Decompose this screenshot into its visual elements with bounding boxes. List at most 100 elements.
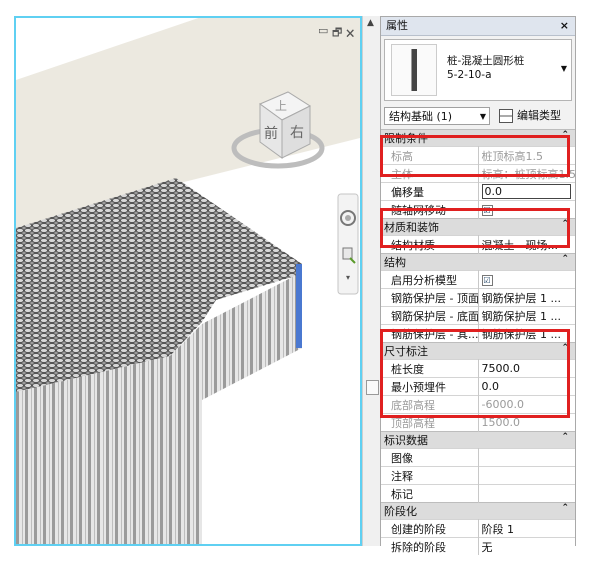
svg-text:▾: ▾ [346,273,350,282]
instance-filter-value: 结构基础 (1) [389,110,453,123]
properties-panel: 属性 × 桩-混凝土圆形桩 5-2-10-a ▼ 结构基础 (1) ▼ 编辑类型… [380,16,576,555]
property-value[interactable]: 阶段 1 [478,519,575,538]
panel-splitter[interactable]: ▲ [362,16,381,546]
property-value[interactable] [478,448,575,467]
property-value[interactable]: ☑ [478,200,575,219]
property-value[interactable]: 混凝土 - 现场... [478,235,575,254]
close-view-icon[interactable]: 🗙 [346,24,354,43]
3d-viewport[interactable]: 上 前 右 ▾ ▭ 🗗 🗙 [14,16,362,546]
category-label: 尺寸标注 [384,345,428,358]
property-row[interactable]: 创建的阶段 阶段 1 [381,519,575,538]
splitter-handle[interactable] [366,380,379,395]
collapse-icon[interactable]: ⌃ [561,219,569,229]
property-value[interactable]: 标高：桩顶标高1.5 [478,164,576,183]
navigation-bar[interactable]: ▾ [337,193,359,295]
property-key: 拆除的阶段 [381,537,479,555]
property-row[interactable]: 桩长度 7500.0 [381,359,575,378]
property-value[interactable]: -6000.0 [478,395,575,414]
property-value-text: 无 [481,540,493,554]
property-key: 桩长度 [381,359,479,378]
property-value[interactable]: 桩顶标高1.5 [478,146,575,165]
property-row[interactable]: 标记 [381,484,575,503]
property-value[interactable] [478,466,575,485]
minimize-icon[interactable]: ▭ [318,24,328,37]
type-selector[interactable]: 桩-混凝土圆形桩 5-2-10-a ▼ [384,39,572,101]
type-preview-image [391,44,437,96]
property-row[interactable]: 钢筋保护层 - 其... 钢筋保护层 1 ... [381,324,575,343]
property-value-text: 0.0 [481,184,571,199]
collapse-icon[interactable]: ⌃ [561,503,569,513]
chevron-down-icon[interactable]: ▼ [561,64,567,73]
property-value[interactable]: 0.0 [478,182,575,201]
properties-title-bar: 属性 × [381,17,575,36]
restore-icon[interactable]: 🗗 [332,24,342,43]
edit-type-icon [499,109,513,123]
property-value[interactable]: 7500.0 [478,359,575,378]
property-row[interactable]: 随轴网移动 ☑ [381,200,575,219]
property-key: 随轴网移动 [381,200,479,219]
property-value-text: -6000.0 [481,398,524,411]
property-row[interactable]: 钢筋保护层 - 顶面 钢筋保护层 1 ... [381,288,575,307]
property-row[interactable]: 偏移量 0.0 [381,182,575,201]
property-key: 启用分析模型 [381,270,479,289]
close-icon[interactable]: × [560,17,569,35]
property-row[interactable]: 主体 标高：桩顶标高1.5 [381,164,576,183]
type-code: 5-2-10-a [447,69,492,81]
property-row[interactable]: 启用分析模型 ☑ [381,270,575,289]
property-key: 注释 [381,466,479,485]
property-value-text: 钢筋保护层 1 ... [481,327,561,341]
property-value[interactable]: 钢筋保护层 1 ... [478,306,575,325]
property-key: 主体 [381,164,479,183]
viewcube-front-label: 前 [264,125,278,142]
property-value[interactable]: 无 [478,537,575,555]
category-label: 限制条件 [384,132,428,145]
property-row[interactable]: 结构材质 混凝土 - 现场... [381,235,575,254]
property-value[interactable]: 钢筋保护层 1 ... [478,288,575,307]
property-value[interactable]: ☑ [478,270,575,289]
viewcube-top-label: 上 [275,99,287,113]
category-header[interactable]: 尺寸标注 ⌃ [381,342,575,360]
type-name: 桩-混凝土圆形桩 5-2-10-a [447,54,524,82]
property-row[interactable]: 图像 [381,448,575,467]
property-value[interactable] [478,484,575,503]
property-row[interactable]: 钢筋保护层 - 底面 钢筋保护层 1 ... [381,306,575,325]
property-row[interactable]: 最小预埋件 0.0 [381,377,575,396]
property-row[interactable]: 底部高程 -6000.0 [381,395,575,414]
category-label: 阶段化 [384,505,417,518]
property-key: 钢筋保护层 - 底面 [381,306,479,325]
property-key: 底部高程 [381,395,479,414]
category-header[interactable]: 材质和装饰 ⌃ [381,218,575,236]
property-row[interactable]: 拆除的阶段无 [381,537,575,555]
property-key: 顶部高程 [381,413,479,432]
edit-type-button[interactable]: 编辑类型 [499,107,561,125]
property-key: 创建的阶段 [381,519,479,538]
property-value[interactable]: 0.0 [478,377,575,396]
collapse-icon[interactable]: ⌃ [561,343,569,353]
property-row[interactable]: 注释 [381,466,575,485]
property-value[interactable]: 1500.0 [478,413,575,432]
property-key: 标记 [381,484,479,503]
properties-grid: 限制条件 ⌃ 标高 桩顶标高1.5 主体 标高：桩顶标高1.5 偏移量 0.0 随轴网移动 ☑ 材质… [381,129,575,555]
collapse-icon[interactable]: ⌃ [561,432,569,442]
category-label: 标识数据 [384,434,428,447]
chevron-down-icon: ▼ [479,112,486,121]
instance-filter-dropdown[interactable]: 结构基础 (1) ▼ [384,107,490,125]
property-row[interactable]: 标高 桩顶标高1.5 [381,146,575,165]
property-row[interactable]: 顶部高程 1500.0 [381,413,575,432]
category-header[interactable]: 标识数据 ⌃ [381,431,575,449]
collapse-icon[interactable]: ⌃ [561,254,569,264]
property-value[interactable]: 钢筋保护层 1 ... [478,324,575,343]
checkbox[interactable]: ☑ [481,275,493,286]
category-header[interactable]: 结构 ⌃ [381,253,575,271]
property-value-text: 1500.0 [481,416,521,429]
scroll-up-icon[interactable]: ▲ [367,18,374,28]
category-header[interactable]: 阶段化 ⌃ [381,502,575,520]
property-key: 结构材质 [381,235,479,254]
property-value-text: 钢筋保护层 1 ... [481,291,561,305]
collapse-icon[interactable]: ⌃ [561,130,569,140]
checkbox[interactable]: ☑ [481,205,493,216]
property-value-text: 7500.0 [481,362,521,375]
property-key: 最小预埋件 [381,377,479,396]
property-value-text: 标高：桩顶标高1.5 [481,167,576,181]
category-header[interactable]: 限制条件 ⌃ [381,129,575,147]
